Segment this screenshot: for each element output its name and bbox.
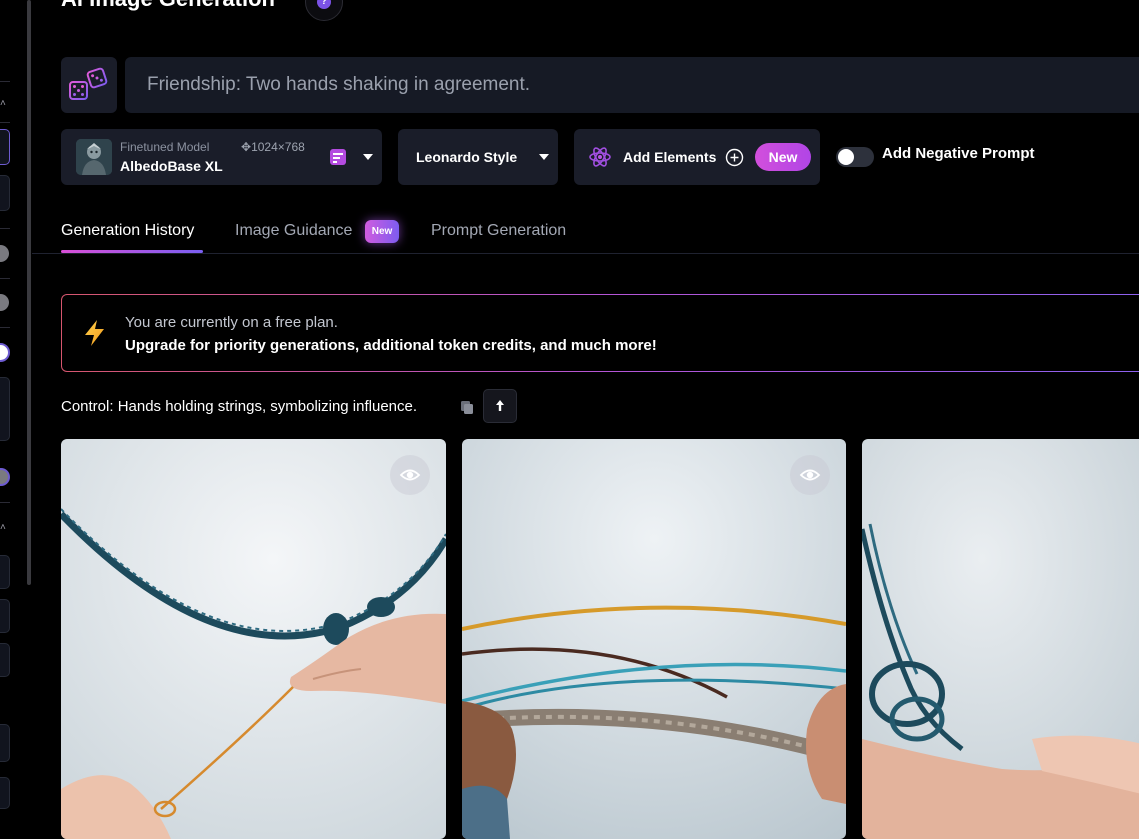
finetune-icon[interactable] xyxy=(329,148,347,166)
sidebar-item[interactable] xyxy=(0,377,10,441)
dimensions-value: 1024×768 xyxy=(251,140,305,154)
sidebar-item[interactable] xyxy=(0,599,10,633)
sidebar-radio-selected[interactable] xyxy=(0,343,10,362)
left-sidebar: ˄ ˄ xyxy=(0,0,32,818)
dimensions-label: ✥1024×768 xyxy=(241,140,305,154)
add-elements-label: Add Elements xyxy=(623,149,717,165)
sidebar-item[interactable] xyxy=(0,643,10,677)
chevron-down-icon[interactable] xyxy=(363,154,373,160)
sidebar-radio[interactable] xyxy=(0,468,10,486)
sidebar-radio[interactable] xyxy=(0,294,9,311)
sidebar-item[interactable] xyxy=(0,777,10,809)
model-caption: Finetuned Model xyxy=(120,140,210,154)
sidebar-radio[interactable] xyxy=(0,245,9,262)
image-hands-strings-2 xyxy=(462,439,846,839)
model-selector[interactable]: Finetuned Model AlbedoBase XL ✥1024×768 xyxy=(61,129,382,185)
tab-prompt-generation[interactable]: Prompt Generation xyxy=(431,222,566,240)
view-image-button[interactable] xyxy=(790,455,830,495)
tabs-divider xyxy=(32,253,1139,254)
sidebar-divider xyxy=(0,81,10,82)
generation-prompt: Control: Hands holding strings, symboliz… xyxy=(61,398,418,415)
banner-upgrade-text[interactable]: Upgrade for priority generations, additi… xyxy=(125,337,657,354)
banner-plan-text: You are currently on a free plan. xyxy=(125,314,338,331)
image-hands-strings-1 xyxy=(61,439,446,839)
style-label: Leonardo Style xyxy=(416,149,518,165)
model-thumbnail xyxy=(76,139,112,175)
prompt-input[interactable]: Friendship: Two hands shaking in agreeme… xyxy=(125,57,1139,113)
copy-icon[interactable] xyxy=(459,399,475,415)
sidebar-scrollbar[interactable] xyxy=(27,0,31,585)
style-selector[interactable]: Leonardo Style xyxy=(398,129,558,185)
tab-image-guidance[interactable]: Image Guidance xyxy=(235,222,352,240)
negative-prompt-label: Add Negative Prompt xyxy=(882,145,1035,162)
eye-icon xyxy=(399,469,421,481)
sidebar-divider xyxy=(0,327,10,328)
generated-image[interactable] xyxy=(61,439,446,839)
new-badge: New xyxy=(755,143,811,171)
sidebar-item[interactable] xyxy=(0,724,10,762)
sidebar-divider xyxy=(0,502,10,503)
generated-image[interactable] xyxy=(862,439,1139,839)
add-elements-button[interactable]: Add Elements New xyxy=(574,129,820,185)
generated-image[interactable] xyxy=(462,439,846,839)
sidebar-divider xyxy=(0,122,10,123)
help-button[interactable]: ? xyxy=(305,0,343,21)
sidebar-divider xyxy=(0,278,10,279)
eye-icon xyxy=(799,469,821,481)
chevron-up-icon[interactable]: ˄ xyxy=(0,98,6,109)
question-icon: ? xyxy=(317,0,331,9)
dice-icon xyxy=(69,67,108,100)
chevron-down-icon[interactable] xyxy=(539,154,549,160)
random-prompt-button[interactable] xyxy=(61,57,117,113)
view-image-button[interactable] xyxy=(390,455,430,495)
atom-icon xyxy=(589,147,611,167)
prompt-text[interactable]: Friendship: Two hands shaking in agreeme… xyxy=(147,74,530,96)
sidebar-item[interactable] xyxy=(0,175,10,211)
sidebar-item[interactable] xyxy=(0,555,10,589)
upgrade-banner[interactable]: You are currently on a free plan. Upgrad… xyxy=(61,294,1139,372)
chevron-up-icon[interactable]: ˄ xyxy=(0,522,6,533)
lightning-icon xyxy=(85,320,104,346)
negative-prompt-toggle[interactable] xyxy=(836,147,874,167)
reuse-prompt-button[interactable] xyxy=(483,389,517,423)
model-name: AlbedoBase XL xyxy=(120,158,223,174)
move-icon: ✥ xyxy=(241,140,252,154)
image-guidance-new-badge: New xyxy=(365,220,399,243)
arrow-up-icon xyxy=(496,400,504,411)
sidebar-item[interactable] xyxy=(0,129,10,165)
plus-circle-icon[interactable] xyxy=(725,148,744,167)
sidebar-divider xyxy=(0,228,10,229)
tab-generation-history[interactable]: Generation History xyxy=(61,222,194,240)
image-hands-strings-3 xyxy=(862,439,1139,839)
page-title: AI Image Generation xyxy=(61,0,275,12)
